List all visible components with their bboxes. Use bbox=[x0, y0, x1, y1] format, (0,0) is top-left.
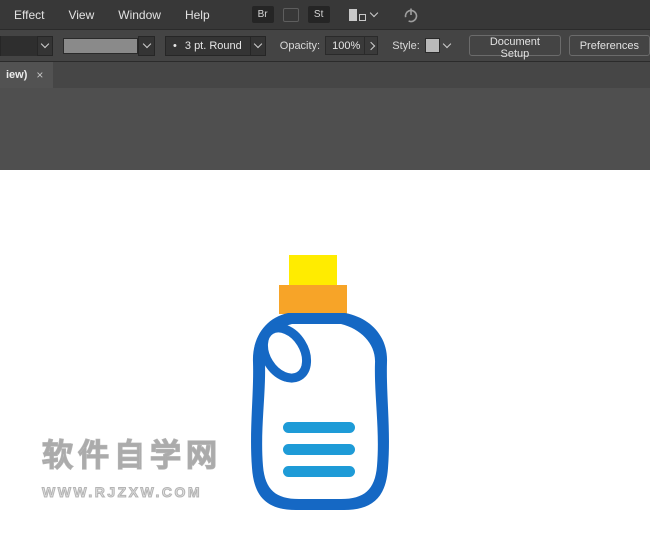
bottle-neck bbox=[279, 285, 347, 314]
dropdown-chevron-box bbox=[37, 36, 52, 56]
brush-preview-dropdown[interactable] bbox=[138, 36, 155, 56]
opacity-expand-button[interactable] bbox=[365, 36, 378, 55]
bottle-cap bbox=[289, 255, 337, 285]
variable-width-dropdown[interactable] bbox=[0, 36, 53, 56]
share-power-icon[interactable] bbox=[403, 6, 419, 24]
detergent-bottle-artwork[interactable] bbox=[240, 250, 400, 516]
chevron-down-icon bbox=[41, 39, 49, 47]
document-tab[interactable]: iew) × bbox=[0, 62, 53, 88]
layout-rect-filled bbox=[349, 9, 357, 21]
dropdown-chevron-box bbox=[250, 36, 265, 56]
disabled-tool-icon bbox=[283, 8, 299, 22]
chevron-down-icon[interactable] bbox=[369, 8, 377, 16]
menu-effect[interactable]: Effect bbox=[14, 8, 44, 22]
layout-rect-outline bbox=[359, 14, 366, 21]
document-tab-label: iew) bbox=[6, 69, 27, 81]
chevron-down-icon bbox=[142, 39, 150, 47]
menu-help[interactable]: Help bbox=[185, 8, 210, 22]
preferences-button[interactable]: Preferences bbox=[569, 35, 650, 56]
label-stripe bbox=[283, 466, 355, 477]
opacity-label: Opacity: bbox=[280, 40, 320, 52]
chevron-down-icon bbox=[254, 39, 262, 47]
chevron-down-icon bbox=[443, 39, 451, 47]
menu-window[interactable]: Window bbox=[118, 8, 161, 22]
style-label: Style: bbox=[392, 40, 420, 52]
bridge-icon[interactable]: Br bbox=[252, 6, 274, 23]
document-setup-button[interactable]: Document Setup bbox=[469, 35, 561, 56]
label-stripe bbox=[283, 422, 355, 433]
variable-width-preview bbox=[1, 36, 37, 56]
dropdown-chevron-box bbox=[139, 36, 154, 56]
style-swatch[interactable] bbox=[425, 38, 441, 53]
illustrator-window: Effect View Window Help Br St • 3 pt. Ro… bbox=[0, 0, 650, 553]
chevron-right-icon bbox=[367, 41, 375, 49]
brush-definition-preview[interactable] bbox=[63, 38, 138, 54]
workspace-layout-icon[interactable] bbox=[349, 9, 366, 21]
menu-view[interactable]: View bbox=[68, 8, 94, 22]
style-dropdown-chevron[interactable] bbox=[440, 36, 453, 56]
brush-value: 3 pt. Round bbox=[177, 40, 250, 52]
brush-dropdown[interactable]: • 3 pt. Round bbox=[165, 36, 266, 56]
menu-bar: Effect View Window Help Br St bbox=[0, 0, 650, 29]
control-bar: • 3 pt. Round Opacity: 100% Style: Docum… bbox=[0, 29, 650, 62]
stock-icon[interactable]: St bbox=[308, 6, 330, 23]
label-stripe bbox=[283, 444, 355, 455]
opacity-input[interactable]: 100% bbox=[325, 36, 365, 55]
pasteboard[interactable] bbox=[0, 88, 650, 170]
tab-close-icon[interactable]: × bbox=[36, 68, 43, 82]
document-tab-bar: iew) × bbox=[0, 62, 650, 88]
